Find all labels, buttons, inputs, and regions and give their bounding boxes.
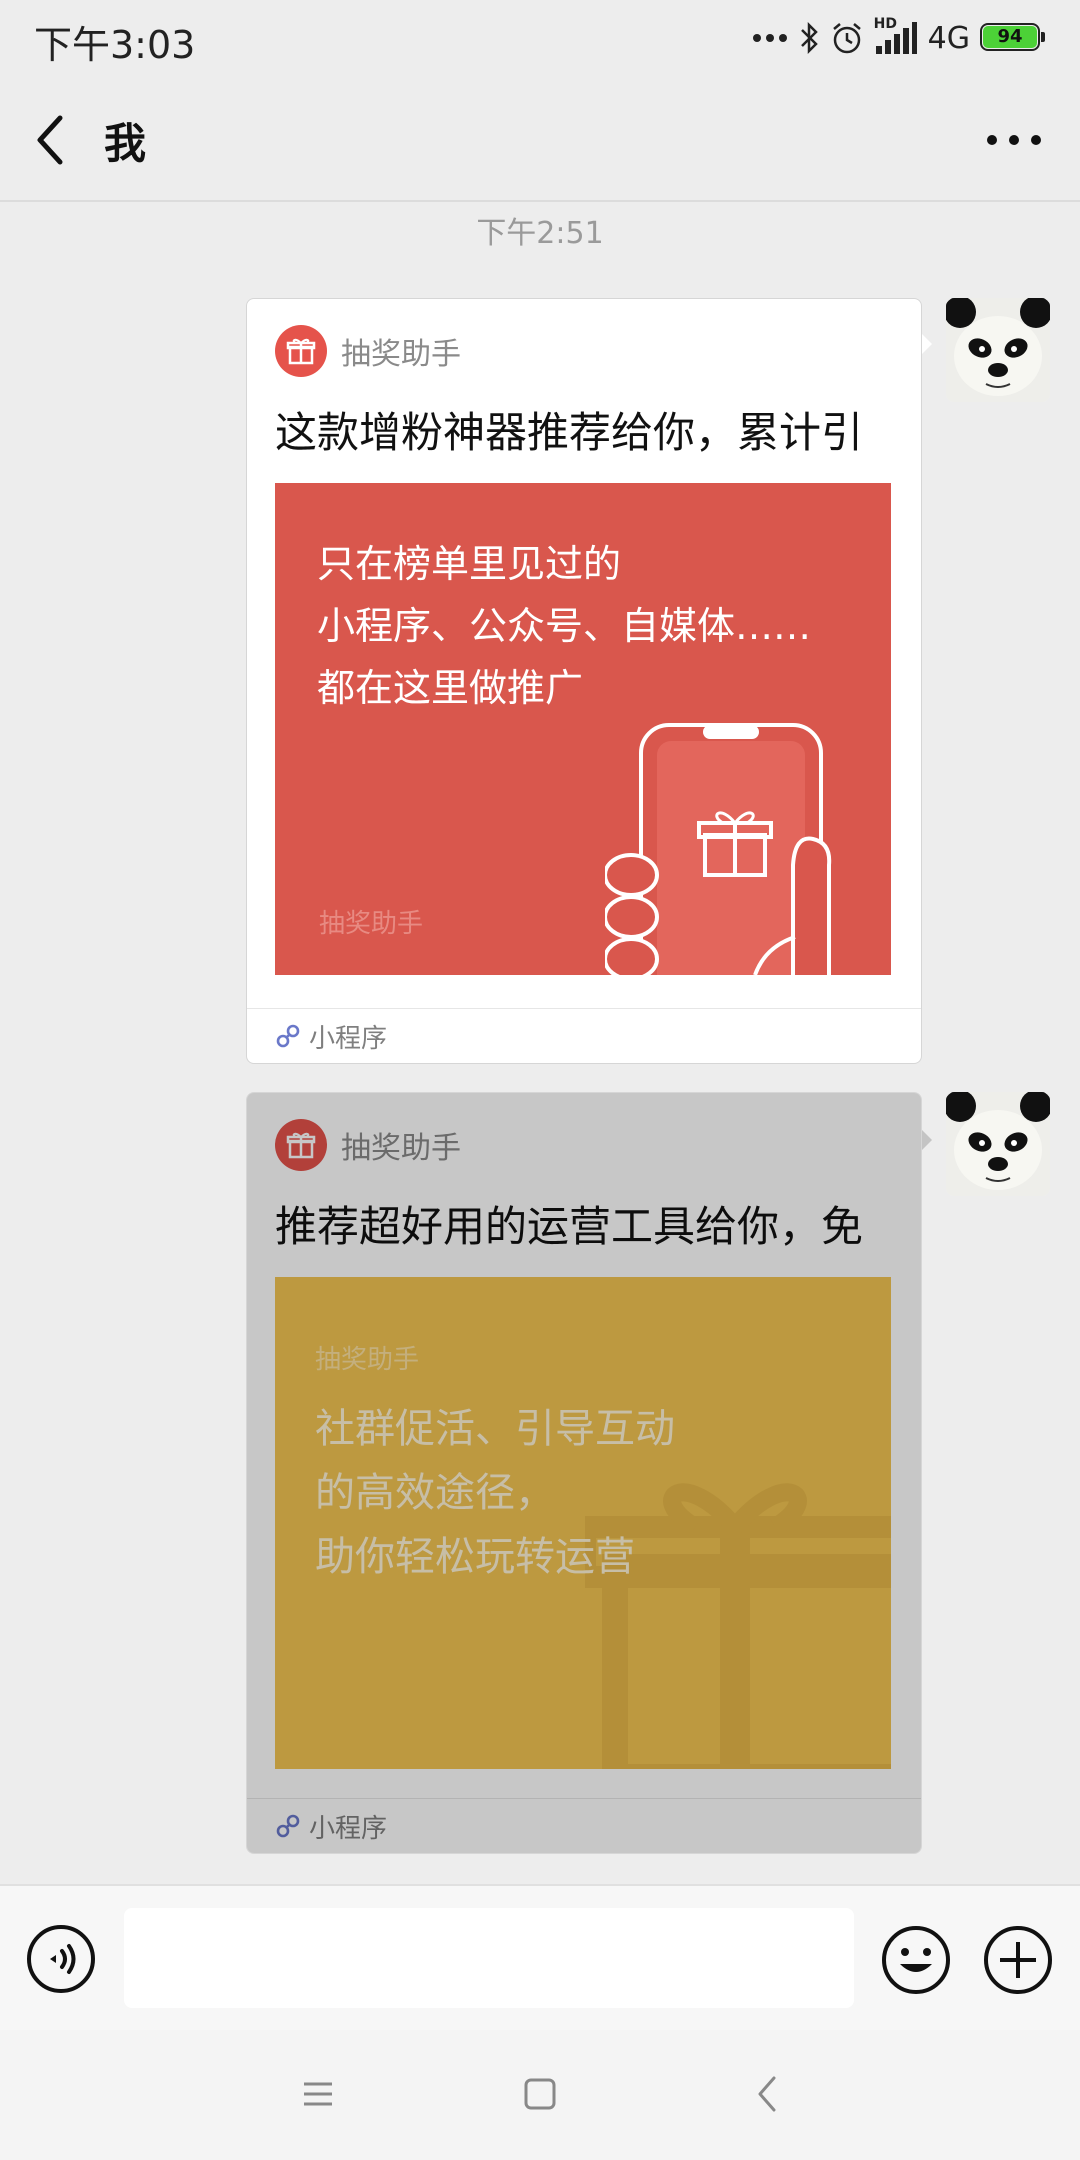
plus-icon[interactable] — [982, 1924, 1054, 1996]
app-name: 抽奖助手 — [341, 337, 461, 372]
banner-line: 社群促活、引导互动 — [315, 1406, 675, 1452]
mini-program-link-icon — [276, 1024, 300, 1048]
panda-avatar-icon — [946, 1092, 1050, 1196]
banner-brand: 抽奖助手 — [315, 1345, 420, 1375]
chat-title: 我 — [104, 119, 147, 168]
banner-text: 只在榜单里见过的 小程序、公众号、自媒体…… 都在这里做推广 — [317, 533, 811, 719]
more-icon[interactable] — [984, 130, 1044, 150]
home-icon[interactable] — [520, 2074, 560, 2114]
chat-header: 我 — [0, 80, 1080, 202]
app-logo — [275, 325, 327, 377]
battery-icon: 94 — [980, 23, 1046, 53]
card-title: 推荐超好用的运营工具给你，免 — [275, 1202, 864, 1251]
card-banner: 只在榜单里见过的 小程序、公众号、自媒体…… 都在这里做推广 抽奖助手 — [275, 483, 891, 975]
panda-avatar-icon — [946, 298, 1050, 402]
banner-text: 社群促活、引导互动 的高效途径， 助你轻松玩转运营 — [315, 1397, 675, 1589]
footer-label: 小程序 — [309, 1813, 388, 1844]
voice-icon[interactable] — [26, 1924, 96, 1994]
message-timestamp: 下午2:51 — [476, 216, 604, 251]
card-footer: 小程序 — [247, 1798, 921, 1853]
avatar[interactable] — [946, 1092, 1050, 1196]
network-label: 4G — [927, 20, 970, 56]
banner-brand: 抽奖助手 — [319, 909, 424, 939]
message-input[interactable] — [124, 1908, 854, 2008]
chat-input-bar — [0, 1884, 1080, 2032]
back-icon[interactable] — [748, 2074, 788, 2114]
status-time: 下午3:03 — [34, 23, 196, 67]
more-notifications-icon — [752, 34, 787, 42]
footer-label: 小程序 — [309, 1023, 388, 1054]
system-navigation-bar — [0, 2030, 1080, 2160]
signal-icon: HD — [874, 16, 918, 56]
gift-icon — [286, 338, 316, 365]
menu-icon[interactable] — [298, 2074, 338, 2114]
status-icons: HD 4G 94 — [752, 16, 1046, 60]
emoji-icon[interactable] — [880, 1924, 952, 1996]
bluetooth-icon — [800, 21, 818, 55]
card-banner: 抽奖助手 社群促活、引导互动 的高效途径， 助你轻松玩转运营 — [275, 1277, 891, 1769]
battery-level: 94 — [997, 26, 1023, 47]
chevron-left-icon[interactable] — [30, 110, 70, 170]
app-name: 抽奖助手 — [341, 1131, 461, 1166]
banner-line: 小程序、公众号、自媒体…… — [317, 604, 812, 648]
banner-line: 的高效途径， — [315, 1470, 555, 1516]
app-logo — [275, 1119, 327, 1171]
alarm-icon — [832, 23, 861, 54]
mini-program-card[interactable]: 抽奖助手 这款增粉神器推荐给你，累计引 只在榜单里见过的 小程序、公众号、自媒体… — [246, 298, 922, 1064]
avatar[interactable] — [946, 298, 1050, 402]
banner-line: 都在这里做推广 — [317, 666, 584, 710]
gift-icon — [286, 1132, 316, 1159]
card-title: 这款增粉神器推荐给你，累计引 — [275, 408, 864, 457]
card-app-row: 抽奖助手 — [275, 325, 461, 377]
status-bar: 下午3:03 HD 4G 94 — [0, 0, 1080, 80]
card-app-row: 抽奖助手 — [275, 1119, 461, 1171]
mini-program-link-icon — [276, 1814, 300, 1838]
banner-line: 只在榜单里见过的 — [317, 542, 622, 586]
card-footer: 小程序 — [247, 1008, 921, 1063]
mini-program-card-pressed[interactable]: 抽奖助手 推荐超好用的运营工具给你，免 抽奖助手 社群促活、引导互动 的高效途径… — [246, 1092, 922, 1854]
phone-gift-illustration-icon — [605, 723, 832, 975]
banner-line: 助你轻松玩转运营 — [315, 1534, 635, 1580]
